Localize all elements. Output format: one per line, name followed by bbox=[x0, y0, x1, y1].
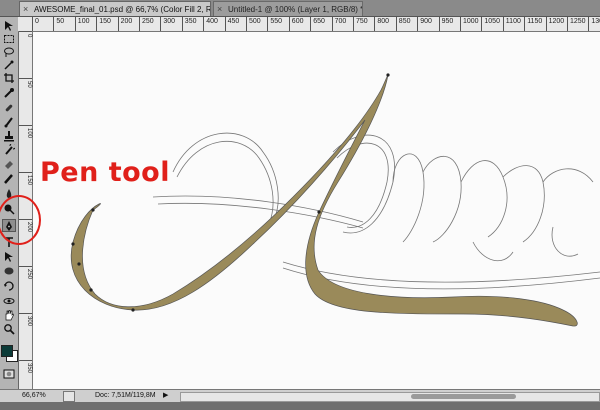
ruler-tick-label: 1150 bbox=[524, 17, 542, 31]
brush-icon bbox=[4, 116, 13, 127]
ruler-tick-label: 800 bbox=[374, 17, 389, 31]
eraser-icon bbox=[5, 160, 13, 169]
ruler-tick-label: 650 bbox=[310, 17, 325, 31]
shape-tool[interactable] bbox=[2, 264, 16, 277]
move-tool[interactable] bbox=[2, 19, 16, 32]
move-icon bbox=[5, 20, 13, 31]
ruler-tick-label: 200 bbox=[117, 17, 132, 31]
path-select-icon bbox=[5, 251, 13, 262]
crop-tool[interactable] bbox=[2, 71, 16, 84]
ruler-tick-label: 700 bbox=[331, 17, 346, 31]
ruler-tick-label: 250 bbox=[19, 266, 32, 316]
3d-rotate-tool[interactable] bbox=[2, 279, 16, 292]
ruler-tick-label: 750 bbox=[353, 17, 368, 31]
quick-select-tool[interactable] bbox=[2, 58, 16, 71]
lasso-tool[interactable] bbox=[2, 45, 16, 58]
lasso-icon bbox=[4, 47, 14, 57]
zoom-level[interactable]: 66,67% bbox=[22, 390, 46, 402]
color-swatches[interactable] bbox=[1, 343, 18, 363]
marquee-tool[interactable] bbox=[2, 32, 16, 45]
quick-mask-icon bbox=[3, 369, 15, 378]
tab-label: Untitled-1 @ 100% (Layer 1, RGB/8) * bbox=[228, 5, 363, 14]
foreground-color-swatch[interactable] bbox=[1, 345, 13, 357]
crop-icon bbox=[4, 72, 14, 83]
bandage-icon bbox=[5, 104, 13, 111]
ruler-tick-label: 50 bbox=[53, 17, 64, 31]
ruler-tick-label: 50 bbox=[19, 78, 32, 128]
ruler-tick-label: 1050 bbox=[481, 17, 500, 31]
brush-tool[interactable] bbox=[2, 115, 16, 128]
ruler-tick-label: 300 bbox=[160, 17, 175, 31]
ruler-tick-label: 350 bbox=[181, 17, 196, 31]
ruler-tick-label: 950 bbox=[438, 17, 453, 31]
gradient-tool[interactable] bbox=[2, 172, 16, 185]
pen-tool-annotation: Pen tool bbox=[40, 157, 170, 188]
3d-rotate-icon bbox=[4, 280, 14, 291]
eyedropper-tool[interactable] bbox=[2, 86, 16, 99]
ruler-tick-label: 900 bbox=[417, 17, 432, 31]
ruler-tick-label: 0 bbox=[32, 17, 39, 31]
ruler-tick-label: 1100 bbox=[502, 17, 521, 31]
zoom-tool[interactable] bbox=[2, 322, 16, 335]
ruler-tick-label: 150 bbox=[96, 17, 111, 31]
tab-label: AWESOME_final_01.psd @ 66,7% (Color Fill… bbox=[34, 5, 210, 14]
horizontal-ruler: 0 50 100 150 200 250 300 350 400 450 500 550 600 650 7… bbox=[18, 17, 600, 32]
magic-wand-icon bbox=[4, 60, 14, 70]
marquee-icon bbox=[4, 34, 14, 43]
preview-toggle[interactable] bbox=[63, 391, 75, 402]
ruler-tick-label: 400 bbox=[203, 17, 218, 31]
ruler-tick-label: 850 bbox=[395, 17, 410, 31]
ruler-tick-label: 1000 bbox=[460, 17, 479, 31]
quick-mask-toggle[interactable] bbox=[2, 367, 16, 380]
ruler-tick-label: 550 bbox=[267, 17, 282, 31]
ruler-tick-label: 100 bbox=[74, 17, 89, 31]
ruler-tick-label: 250 bbox=[139, 17, 154, 31]
ruler-tick-label: 350 bbox=[19, 360, 32, 410]
3d-orbit-tool[interactable] bbox=[2, 294, 16, 307]
eyedropper-icon bbox=[4, 87, 14, 98]
ruler-tick-label: 1300 bbox=[588, 17, 600, 31]
clone-stamp-tool[interactable] bbox=[2, 129, 16, 142]
document-canvas[interactable] bbox=[33, 32, 600, 389]
document-tab-bar: × AWESOME_final_01.psd @ 66,7% (Color Fi… bbox=[0, 0, 600, 17]
eraser-tool[interactable] bbox=[2, 157, 16, 170]
close-tab-icon[interactable]: × bbox=[217, 2, 222, 16]
ruler-tick-label: 1200 bbox=[545, 17, 564, 31]
anchor-points bbox=[71, 73, 390, 312]
status-bar: 66,67% Doc: 7,51M/119,8M ▶ bbox=[0, 389, 600, 402]
history-brush-icon bbox=[5, 143, 15, 155]
hand-icon bbox=[5, 309, 14, 320]
status-menu-arrow-icon[interactable]: ▶ bbox=[163, 390, 168, 402]
ruler-tick-label: 500 bbox=[246, 17, 261, 31]
healing-tool[interactable] bbox=[2, 101, 16, 114]
color-fill-shape bbox=[70, 73, 578, 327]
magnifier-icon bbox=[4, 323, 15, 335]
history-brush-tool[interactable] bbox=[2, 143, 16, 156]
path-select-tool[interactable] bbox=[2, 250, 16, 263]
ellipse-shape-icon bbox=[4, 267, 14, 274]
ruler-tick-label: 100 bbox=[19, 125, 32, 175]
ruler-tick-label: 0 bbox=[19, 31, 32, 81]
close-tab-icon[interactable]: × bbox=[23, 2, 28, 16]
hand-tool[interactable] bbox=[2, 308, 16, 321]
ruler-tick-label: 600 bbox=[288, 17, 303, 31]
tab-untitled-1[interactable]: × Untitled-1 @ 100% (Layer 1, RGB/8) * bbox=[213, 1, 363, 16]
tab-awesome-final[interactable]: × AWESOME_final_01.psd @ 66,7% (Color Fi… bbox=[19, 1, 211, 16]
ruler-tick-label: 1250 bbox=[567, 17, 586, 31]
gradient-icon bbox=[4, 173, 13, 184]
doc-size: Doc: 7,51M/119,8M bbox=[95, 392, 156, 399]
ruler-tick-label: 450 bbox=[224, 17, 239, 31]
3d-orbit-icon bbox=[3, 297, 15, 304]
ruler-tick-label: 300 bbox=[19, 313, 32, 363]
lettering-artwork bbox=[70, 73, 600, 327]
stamp-icon bbox=[4, 130, 14, 141]
scrollbar-thumb[interactable] bbox=[411, 394, 516, 399]
